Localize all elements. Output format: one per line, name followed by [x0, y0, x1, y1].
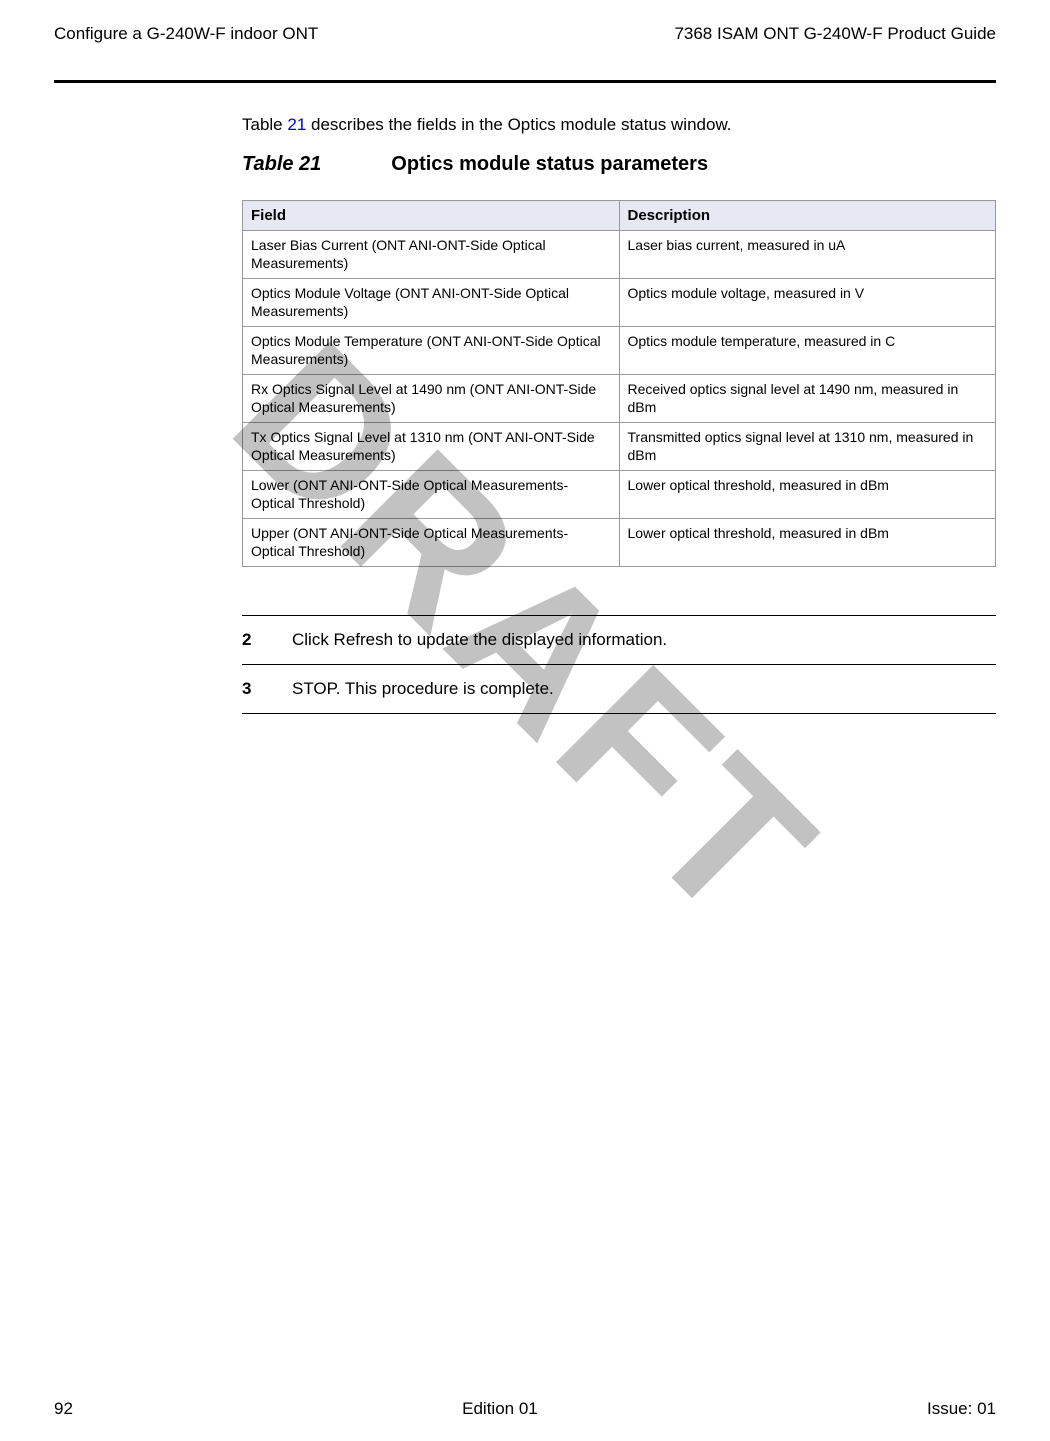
- step: 3 STOP. This procedure is complete.: [242, 665, 996, 714]
- table-row: Rx Optics Signal Level at 1490 nm (ONT A…: [243, 375, 996, 423]
- params-table: Field Description Laser Bias Current (ON…: [242, 200, 996, 567]
- cell-field: Lower (ONT ANI-ONT-Side Optical Measurem…: [243, 471, 620, 519]
- intro-text: Table 21 describes the fields in the Opt…: [242, 115, 996, 135]
- step-text: STOP. This procedure is complete.: [292, 679, 996, 699]
- cell-field: Laser Bias Current (ONT ANI-ONT-Side Opt…: [243, 231, 620, 279]
- page-footer: 92 Edition 01 Issue: 01: [54, 1399, 996, 1419]
- table-row: Upper (ONT ANI-ONT-Side Optical Measurem…: [243, 519, 996, 567]
- page-header: Configure a G-240W-F indoor ONT 7368 ISA…: [54, 24, 996, 80]
- footer-page-number: 92: [54, 1399, 73, 1419]
- header-right: 7368 ISAM ONT G-240W-F Product Guide: [674, 24, 996, 44]
- intro-post: describes the fields in the Optics modul…: [306, 115, 731, 134]
- footer-issue: Issue: 01: [927, 1399, 996, 1419]
- table-ref-link[interactable]: 21: [287, 115, 306, 134]
- col-field: Field: [243, 201, 620, 231]
- table-title: Table 21 Optics module status parameters: [242, 153, 996, 176]
- procedure-steps: 2 Click Refresh to update the displayed …: [242, 615, 996, 714]
- cell-description: Received optics signal level at 1490 nm,…: [619, 375, 996, 423]
- step-number: 3: [242, 679, 258, 699]
- footer-edition: Edition 01: [462, 1399, 538, 1419]
- col-description: Description: [619, 201, 996, 231]
- cell-field: Rx Optics Signal Level at 1490 nm (ONT A…: [243, 375, 620, 423]
- table-row: Optics Module Temperature (ONT ANI-ONT-S…: [243, 327, 996, 375]
- table-number: Table 21: [242, 153, 321, 175]
- cell-field: Optics Module Voltage (ONT ANI-ONT-Side …: [243, 279, 620, 327]
- cell-description: Optics module voltage, measured in V: [619, 279, 996, 327]
- cell-description: Lower optical threshold, measured in dBm: [619, 519, 996, 567]
- table-row: Optics Module Voltage (ONT ANI-ONT-Side …: [243, 279, 996, 327]
- cell-field: Upper (ONT ANI-ONT-Side Optical Measurem…: [243, 519, 620, 567]
- table-name: Optics module status parameters: [391, 153, 708, 175]
- step-number: 2: [242, 630, 258, 650]
- header-left: Configure a G-240W-F indoor ONT: [54, 24, 318, 44]
- cell-description: Laser bias current, measured in uA: [619, 231, 996, 279]
- cell-description: Lower optical threshold, measured in dBm: [619, 471, 996, 519]
- step: 2 Click Refresh to update the displayed …: [242, 615, 996, 665]
- table-row: Laser Bias Current (ONT ANI-ONT-Side Opt…: [243, 231, 996, 279]
- intro-pre: Table: [242, 115, 287, 134]
- table-row: Tx Optics Signal Level at 1310 nm (ONT A…: [243, 423, 996, 471]
- table-row: Lower (ONT ANI-ONT-Side Optical Measurem…: [243, 471, 996, 519]
- step-text: Click Refresh to update the displayed in…: [292, 630, 996, 650]
- table-header-row: Field Description: [243, 201, 996, 231]
- cell-description: Transmitted optics signal level at 1310 …: [619, 423, 996, 471]
- header-rule: [54, 80, 996, 83]
- cell-description: Optics module temperature, measured in C: [619, 327, 996, 375]
- cell-field: Tx Optics Signal Level at 1310 nm (ONT A…: [243, 423, 620, 471]
- cell-field: Optics Module Temperature (ONT ANI-ONT-S…: [243, 327, 620, 375]
